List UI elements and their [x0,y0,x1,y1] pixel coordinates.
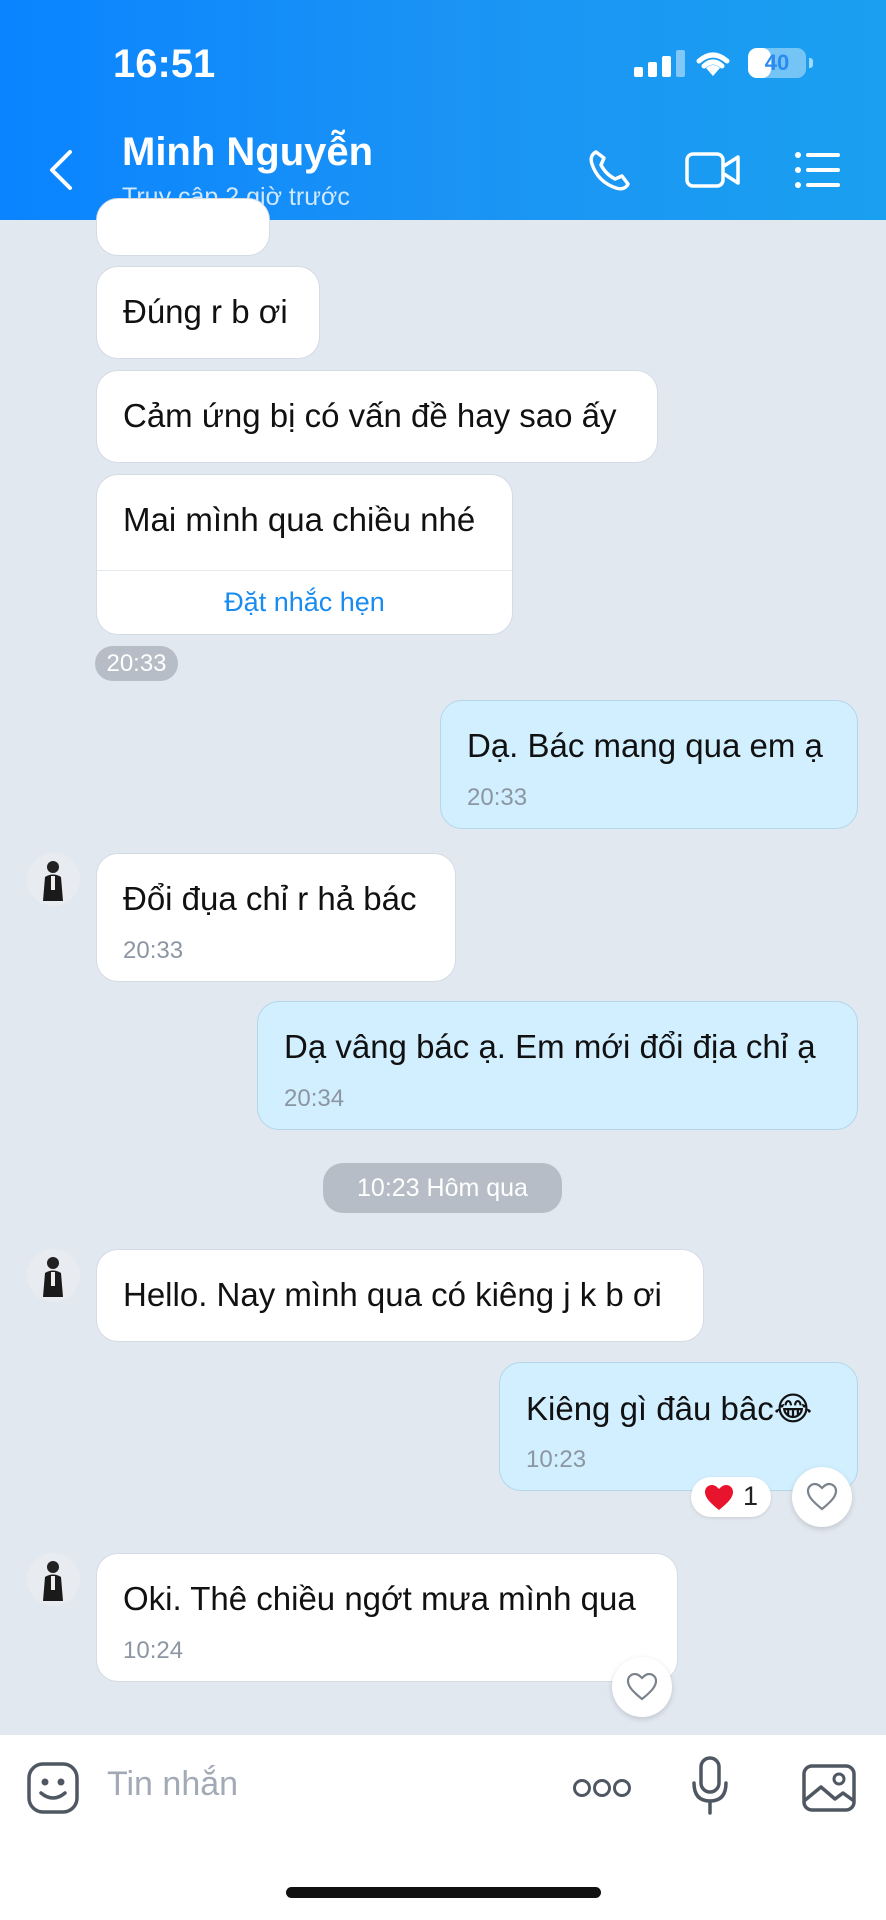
message-text: Dạ. Bác mang qua em ạ [467,727,823,764]
signal-icon [634,50,685,77]
message-time: 20:34 [284,1085,345,1112]
wifi-icon [696,52,730,76]
avatar[interactable] [27,1553,80,1606]
message-text-content: Kiêng gì đâu bâc [526,1390,774,1427]
menu-icon[interactable] [794,146,842,194]
phone-icon[interactable] [586,146,634,194]
message-text: Đúng r b ơi [123,293,288,330]
message-text: Đổi đụa chỉ r hả bác [123,880,417,917]
sticker-icon[interactable] [26,1761,80,1815]
person-icon [43,1257,63,1297]
image-icon[interactable] [801,1763,857,1813]
message-time: 20:33 [123,937,184,964]
message-time: 20:33 [467,784,528,811]
message-text: Kiêng gì đâu bâc😂 [526,1389,812,1428]
video-call-icon[interactable] [684,146,742,194]
laughing-emoji: 😂 [773,1390,813,1427]
message-bubble[interactable]: Cảm ứng bị có vấn đề hay sao ấy [96,370,658,463]
message-bubble[interactable]: Đổi đụa chỉ r hả bác 20:33 [96,853,456,982]
message-text: Dạ vâng bác ạ. Em mới đổi địa chỉ ạ [284,1028,816,1065]
message-time: 10:24 [123,1637,184,1664]
timestamp-pill: 20:33 [95,646,178,681]
avatar[interactable] [27,853,80,906]
back-icon[interactable] [42,146,78,194]
battery-icon: 40 [748,48,806,78]
avatar[interactable] [27,1249,80,1302]
message-text: Cảm ứng bị có vấn đề hay sao ấy [123,397,617,434]
heart-icon [626,1673,658,1701]
heart-icon [705,1485,733,1510]
message-input[interactable]: Tin nhắn [107,1765,238,1804]
status-time: 16:51 [113,42,216,86]
contact-name[interactable]: Minh Nguyễn [122,130,373,175]
person-icon [43,861,63,901]
microphone-icon[interactable] [690,1755,730,1817]
set-reminder-link[interactable]: Đặt nhắc hẹn [97,571,512,633]
date-separator: 10:23 Hôm qua [323,1163,562,1213]
message-bubble-outgoing[interactable]: Dạ. Bác mang qua em ạ 20:33 [440,700,858,829]
chat-header: 16:51 40 Minh Nguyễn Truy cập 2 giờ trướ… [0,0,886,220]
more-icon[interactable] [572,1777,632,1799]
message-bubble[interactable]: Đúng r b ơi [96,266,320,359]
message-bubble-partial[interactable] [96,198,270,256]
home-indicator [286,1887,601,1898]
heart-icon [806,1483,838,1511]
message-text: Mai mình qua chiều nhé [123,501,476,538]
message-text: Oki. Thê chiều ngớt mưa mình qua [123,1580,636,1617]
message-bubble[interactable]: Mai mình qua chiều nhé Đặt nhắc hẹn [96,474,513,635]
message-text: Hello. Nay mình qua có kiêng j k b ơi [123,1276,662,1313]
battery-tip [809,58,813,68]
person-icon [43,1561,63,1601]
react-button[interactable] [612,1657,672,1717]
reaction-count: 1 [743,1481,759,1511]
message-bubble[interactable]: Oki. Thê chiều ngớt mưa mình qua 10:24 [96,1553,678,1682]
message-time: 10:23 [526,1446,587,1473]
message-bubble[interactable]: Hello. Nay mình qua có kiêng j k b ơi [96,1249,704,1342]
battery-percent: 40 [764,50,790,75]
react-button[interactable] [792,1467,852,1527]
reaction-summary[interactable]: 1 [691,1477,771,1517]
message-bubble-outgoing[interactable]: Dạ vâng bác ạ. Em mới đổi địa chỉ ạ 20:3… [257,1001,858,1130]
